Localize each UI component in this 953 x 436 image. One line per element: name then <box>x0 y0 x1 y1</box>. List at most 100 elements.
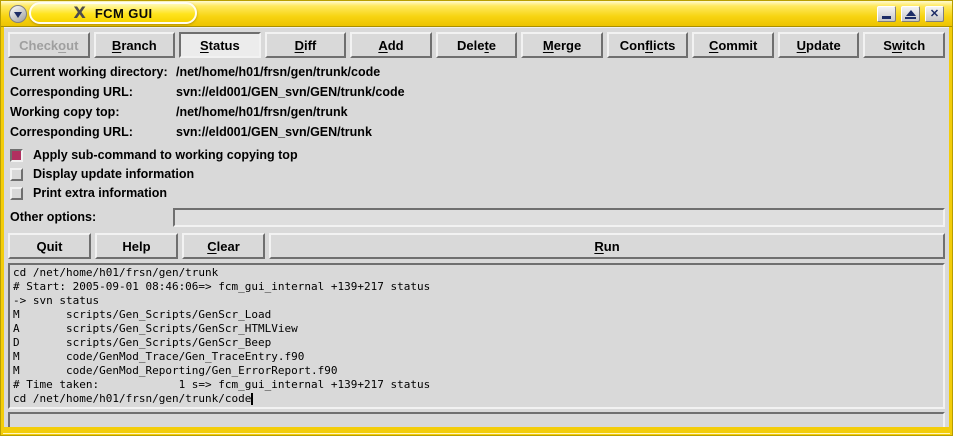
minimize-icon <box>882 16 891 19</box>
option-checkboxes: Apply sub-command to working copying top… <box>10 146 946 202</box>
corresponding-url-top-value: svn://eld001/GEN_svn/GEN/trunk <box>176 122 946 142</box>
label-post: ommit <box>718 38 757 53</box>
status-bar <box>8 412 945 427</box>
console-line: M scripts/Gen_Scripts/GenScr_Load <box>13 308 943 322</box>
label-post: dd <box>388 38 404 53</box>
console-line: cd /net/home/h01/frsn/gen/trunk <box>13 266 943 280</box>
close-button[interactable]: ✕ <box>925 6 944 22</box>
console-output[interactable]: cd /net/home/h01/frsn/gen/trunk # Start:… <box>8 263 945 409</box>
triangle-down-icon <box>14 12 22 22</box>
toolbar-button-conflicts[interactable]: Conflicts <box>607 32 689 58</box>
toolbar-button-checkout[interactable]: Checkout <box>8 32 90 58</box>
toolbar: Checkout Branch Status Diff Add Delete M… <box>8 32 945 58</box>
maximize-button[interactable] <box>901 6 920 22</box>
toolbar-button-commit[interactable]: Commit <box>692 32 774 58</box>
maximize-icon <box>905 17 916 19</box>
info-label: Corresponding URL: <box>10 122 176 142</box>
window-controls: ✕ <box>877 6 944 22</box>
toolbar-button-add[interactable]: Add <box>350 32 432 58</box>
label-accel: M <box>543 38 554 53</box>
window-title: FCM GUI <box>95 6 153 21</box>
toolbar-button-merge[interactable]: Merge <box>521 32 603 58</box>
quit-button[interactable]: Quit <box>8 233 91 259</box>
console-line-text: D scripts/Gen_Scripts/GenScr_Beep <box>13 336 271 349</box>
clear-button[interactable]: Clear <box>182 233 265 259</box>
toolbar-button-diff[interactable]: Diff <box>265 32 347 58</box>
label-post: tatus <box>209 38 240 53</box>
checkbox-indicator-checked[interactable] <box>10 149 23 162</box>
label-post: ranch <box>121 38 156 53</box>
toolbar-button-status[interactable]: Status <box>179 32 261 58</box>
help-button[interactable]: Help <box>95 233 178 259</box>
window-menu-button[interactable] <box>9 5 27 23</box>
label-post: icts <box>653 38 675 53</box>
checkbox-apply-subcommand[interactable]: Apply sub-command to working copying top <box>10 146 946 164</box>
other-options-input[interactable] <box>173 208 945 227</box>
other-options-label: Other options: <box>10 210 173 224</box>
action-buttons: Quit Help Clear Run <box>8 233 945 259</box>
info-label: Working copy top: <box>10 102 176 122</box>
console-line: # Start: 2005-09-01 08:46:06=> fcm_gui_i… <box>13 280 943 294</box>
console-line-text: cd /net/home/h01/frsn/gen/trunk/code <box>13 392 251 405</box>
label-post: lear <box>217 239 240 254</box>
info-label: Corresponding URL: <box>10 82 176 102</box>
label-accel: U <box>797 38 806 53</box>
checkbox-label: Print extra information <box>33 186 167 200</box>
console-line: M code/GenMod_Reporting/Gen_ErrorReport.… <box>13 364 943 378</box>
title-tab[interactable]: X FCM GUI <box>29 2 197 24</box>
triangle-up-icon <box>906 10 916 16</box>
console-line: D scripts/Gen_Scripts/GenScr_Beep <box>13 336 943 350</box>
console-line-text: cd /net/home/h01/frsn/gen/trunk <box>13 266 218 279</box>
label-accel: fl <box>645 38 653 53</box>
label-pre: Check <box>19 38 58 53</box>
label-pre: Help <box>122 239 150 254</box>
checkbox-label: Apply sub-command to working copying top <box>33 148 298 162</box>
toolbar-button-switch[interactable]: Switch <box>863 32 945 58</box>
client-area: Checkout Branch Status Diff Add Delete M… <box>4 27 949 427</box>
console-line: M code/GenMod_Trace/Gen_TraceEntry.f90 <box>13 350 943 364</box>
other-options-row: Other options: <box>10 207 945 227</box>
console-line-text: # Start: 2005-09-01 08:46:06=> fcm_gui_i… <box>13 280 430 293</box>
checkbox-label: Display update information <box>33 167 194 181</box>
console-line: A scripts/Gen_Scripts/GenScr_HTMLView <box>13 322 943 336</box>
toolbar-button-update[interactable]: Update <box>778 32 860 58</box>
checkbox-display-update-info[interactable]: Display update information <box>10 165 946 183</box>
label-pre: Quit <box>37 239 63 254</box>
label-accel: C <box>207 239 216 254</box>
console-line-text: # Time taken: 1 s=> fcm_gui_internal +13… <box>13 378 430 391</box>
label-accel: A <box>378 38 387 53</box>
current-working-directory-value: /net/home/h01/frsn/gen/trunk/code <box>176 62 946 82</box>
toolbar-button-delete[interactable]: Delete <box>436 32 518 58</box>
close-icon: ✕ <box>930 9 939 20</box>
run-button[interactable]: Run <box>269 233 945 259</box>
label-post: un <box>604 239 620 254</box>
toolbar-button-branch[interactable]: Branch <box>94 32 176 58</box>
label-post: iff <box>304 38 316 53</box>
label-pre: Con <box>620 38 645 53</box>
label-accel: w <box>892 38 902 53</box>
console-line-text: A scripts/Gen_Scripts/GenScr_HTMLView <box>13 322 298 335</box>
label-post: erge <box>554 38 581 53</box>
checkbox-indicator[interactable] <box>10 187 23 200</box>
label-post: pdate <box>806 38 841 53</box>
console-line: # Time taken: 1 s=> fcm_gui_internal +13… <box>13 378 943 392</box>
checkbox-indicator[interactable] <box>10 168 23 181</box>
label-accel: B <box>112 38 121 53</box>
console-line: cd /net/home/h01/frsn/gen/trunk/code <box>13 392 943 406</box>
text-cursor <box>251 393 253 405</box>
fcm-gui-window: X FCM GUI ✕ Checkout Branch Status Diff … <box>0 0 953 436</box>
working-copy-top-value: /net/home/h01/frsn/gen/trunk <box>176 102 946 122</box>
checkbox-print-extra-info[interactable]: Print extra information <box>10 184 946 202</box>
titlebar[interactable]: X FCM GUI ✕ <box>1 1 952 27</box>
label-accel: C <box>709 38 718 53</box>
corresponding-url-value: svn://eld001/GEN_svn/GEN/trunk/code <box>176 82 946 102</box>
console-line: -> svn status <box>13 294 943 308</box>
console-line-text: M code/GenMod_Trace/Gen_TraceEntry.f90 <box>13 350 304 363</box>
label-accel: o <box>58 38 66 53</box>
label-post: ut <box>66 38 78 53</box>
label-post: itch <box>902 38 925 53</box>
minimize-button[interactable] <box>877 6 896 22</box>
console-line-text: -> svn status <box>13 294 99 307</box>
label-accel: D <box>295 38 304 53</box>
label-accel: S <box>200 38 209 53</box>
